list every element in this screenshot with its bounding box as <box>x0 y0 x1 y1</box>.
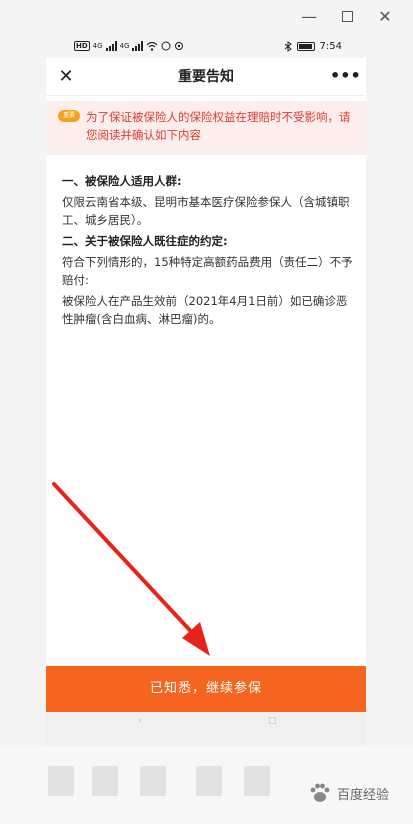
phone-screen: HD 4G 4G 7:54 ✕ 重要告知 ••• 重要 为了保证被保险人的保险权… <box>46 34 366 746</box>
nav-bar: ✕ 重要告知 ••• <box>46 58 366 96</box>
back-nav-icon[interactable]: ‹ <box>138 716 150 726</box>
window-title-bar: — ✕ <box>0 0 413 34</box>
important-badge: 重要 <box>58 110 80 122</box>
location-icon <box>175 42 184 50</box>
signal-label-2: 4G <box>119 42 130 50</box>
minimize-button[interactable]: — <box>298 6 320 28</box>
blurred-block <box>196 766 222 796</box>
nfc-icon <box>161 41 171 51</box>
status-right-icons: 7:54 <box>284 39 342 53</box>
signal-label-1: 4G <box>92 42 103 50</box>
section1-heading: 一、被保险人适用人群: <box>62 174 182 188</box>
status-left-icons: HD 4G 4G <box>74 39 184 53</box>
close-icon[interactable]: ✕ <box>54 65 78 89</box>
status-bar: HD 4G 4G 7:54 <box>46 34 366 58</box>
section1-body: 仅限云南省本级、昆明市基本医疗保险参保人（含城镇职工、城乡居民）。 <box>62 195 350 227</box>
battery-icon <box>296 41 315 51</box>
page-title: 重要告知 <box>178 69 234 85</box>
section2-body-2: 被保险人在产品生效前（2021年4月1日前）如已确诊恶性肿瘤(含白血病、淋巴瘤)… <box>62 294 348 326</box>
signal-icon <box>105 41 117 51</box>
close-window-button[interactable]: ✕ <box>374 6 396 28</box>
notice-content: 一、被保险人适用人群: 仅限云南省本级、昆明市基本医疗保险参保人（含城镇职工、城… <box>62 170 356 331</box>
continue-enroll-button[interactable]: 已知悉，继续参保 <box>46 666 366 712</box>
recent-nav-icon[interactable]: □ <box>268 716 280 726</box>
hd-badge: HD <box>74 41 90 51</box>
signal-icon-2 <box>132 41 144 51</box>
blurred-block <box>140 766 166 796</box>
blurred-block <box>48 766 74 796</box>
section2-body-1: 符合下列情形的，15种特定高额药品费用（责任二）不予赔付: <box>62 255 353 287</box>
baidu-watermark: 百度经验 <box>307 778 389 808</box>
blurred-block <box>244 766 270 796</box>
notice-text: 为了保证被保险人的保险权益在理赔时不受影响，请您阅读并确认如下内容 <box>86 110 351 142</box>
maximize-icon <box>342 11 353 22</box>
maximize-button[interactable] <box>337 6 359 28</box>
more-options-icon[interactable]: ••• <box>330 65 361 89</box>
section2-heading: 二、关于被保险人既往症的约定: <box>62 234 228 248</box>
bluetooth-icon <box>284 40 292 52</box>
bottom-nav: ‹ □ <box>46 712 366 746</box>
wifi-icon <box>147 41 158 51</box>
important-notice-banner: 重要 为了保证被保险人的保险权益在理赔时不受影响，请您阅读并确认如下内容 <box>46 101 366 155</box>
blurred-block <box>92 766 118 796</box>
paw-icon <box>310 783 330 802</box>
status-time: 7:54 <box>319 40 342 52</box>
watermark-text: 百度经验 <box>336 787 389 803</box>
